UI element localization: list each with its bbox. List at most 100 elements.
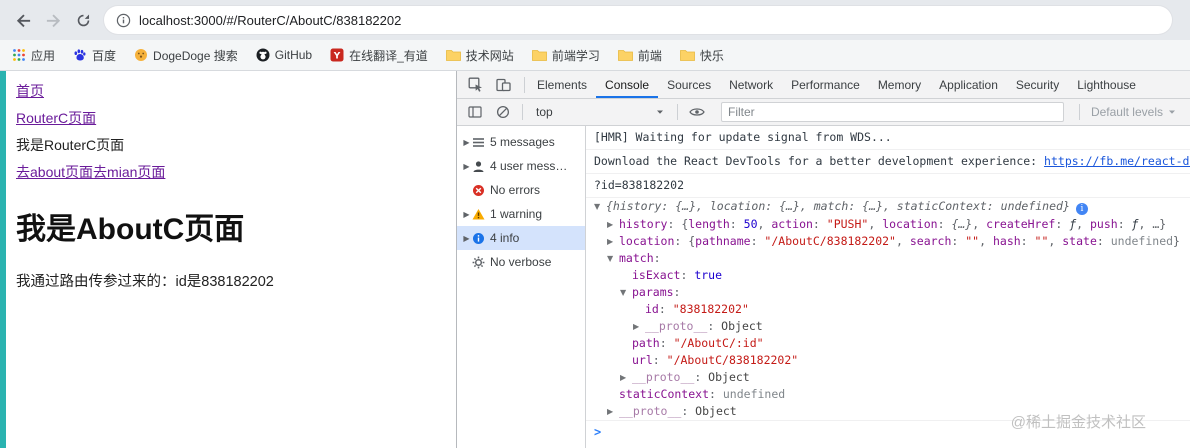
console-token: 50 — [743, 217, 758, 231]
divider — [524, 76, 525, 93]
console-token: : — [694, 370, 709, 384]
console-line-3[interactable]: ▼ {history: {…}, location: {…}, match: {…… — [586, 198, 1190, 216]
bookmark-item-3[interactable]: GitHub — [256, 48, 312, 62]
live-expression-button[interactable] — [685, 101, 709, 123]
forward-button[interactable] — [38, 5, 68, 35]
console-token: , — [972, 217, 987, 231]
page-content: 首页 RouterC页面 我是RouterC页面 去about页面去mian页面… — [6, 71, 456, 448]
console-line-11: path: "/AboutC/:id" — [586, 335, 1190, 352]
console-sidebar-toggle-button[interactable] — [463, 101, 487, 123]
console-line-8[interactable]: ▼ params: — [586, 284, 1190, 301]
address-bar[interactable]: localhost:3000/#/RouterC/AboutC/83818220… — [104, 6, 1172, 34]
console-token: : — [1020, 234, 1035, 248]
console-line-12: url: "/AboutC/838182202" — [586, 352, 1190, 369]
apps-icon — [12, 48, 26, 62]
log-levels-dropdown[interactable]: Default levels — [1087, 105, 1184, 119]
inspect-element-button[interactable] — [463, 74, 487, 96]
chevron-down-icon — [656, 108, 664, 116]
console-token: undefined — [722, 387, 786, 401]
expand-arrow-icon: ▶ — [463, 137, 470, 147]
content-area: 首页 RouterC页面 我是RouterC页面 去about页面去mian页面… — [0, 71, 1190, 448]
link-about[interactable]: 去about页面 — [16, 164, 93, 180]
refresh-button[interactable] — [68, 5, 98, 35]
console-token: : { — [674, 234, 696, 248]
expand-arrow-icon[interactable]: ▶ — [633, 319, 645, 334]
folder-icon — [531, 49, 547, 62]
console-token: : — [951, 234, 966, 248]
expand-arrow-icon[interactable]: ▶ — [620, 370, 632, 385]
divider — [1078, 104, 1080, 120]
bookmark-item-0[interactable]: 应用 — [12, 47, 55, 64]
tab-network[interactable]: Network — [720, 71, 782, 98]
device-toolbar-button[interactable] — [491, 74, 515, 96]
tab-memory[interactable]: Memory — [869, 71, 930, 98]
console-token: __proto__ — [632, 370, 695, 384]
console-line-10[interactable]: ▶ __proto__: Object — [586, 318, 1190, 335]
collapse-arrow-icon[interactable]: ▼ — [620, 285, 632, 300]
page-info-icon[interactable] — [116, 13, 131, 28]
tab-lighthouse[interactable]: Lighthouse — [1068, 71, 1145, 98]
console-line-5[interactable]: ▶ location: {pathname: "/AboutC/838182202… — [586, 233, 1190, 250]
bookmark-item-5[interactable]: 技术网站 — [445, 47, 514, 64]
console-link[interactable]: https://fb.me/react-devtools — [1044, 154, 1190, 168]
console-token: url — [632, 353, 653, 367]
console-token: , …} — [1138, 217, 1167, 231]
tab-sources[interactable]: Sources — [658, 71, 720, 98]
expand-arrow-icon[interactable]: ▶ — [607, 234, 619, 249]
sidebar-toggle-icon — [468, 106, 482, 118]
bookmark-item-8[interactable]: 快乐 — [679, 47, 724, 64]
execution-context-selector[interactable]: top — [530, 105, 670, 119]
console-filter-input[interactable] — [721, 102, 1064, 122]
back-arrow-icon — [16, 13, 30, 27]
expand-arrow-icon[interactable]: ▶ — [607, 404, 619, 419]
expand-arrow-icon: ▶ — [463, 209, 470, 219]
collapse-arrow-icon[interactable]: ▼ — [594, 199, 606, 214]
console-token: match — [619, 251, 654, 265]
console-filter-messages[interactable]: ▶ 5 messages — [457, 130, 585, 154]
devtools-tabbar: Elements Console Sources Network Performance… — [457, 71, 1190, 99]
evaluated-info-icon: i — [1075, 203, 1088, 215]
bookmark-item-7[interactable]: 前端 — [617, 47, 662, 64]
bookmark-label: 前端 — [637, 48, 662, 63]
page-paragraph: 我通过路由传参过来的：id是838182202 — [16, 274, 274, 290]
tab-console[interactable]: Console — [596, 71, 658, 98]
console-filter-user-messages[interactable]: ▶ 4 user mess… — [457, 154, 585, 178]
tab-security[interactable]: Security — [1007, 71, 1068, 98]
svg-text:Y: Y — [333, 52, 341, 62]
clear-console-button[interactable] — [491, 101, 515, 123]
console-line-13[interactable]: ▶ __proto__: Object — [586, 369, 1190, 386]
console-line-4[interactable]: ▶ history: {length: 50, action: "PUSH", l… — [586, 216, 1190, 233]
eye-icon — [689, 108, 705, 116]
youdao-icon: Y — [330, 48, 344, 62]
console-token: : — [652, 353, 667, 367]
tab-performance[interactable]: Performance — [782, 71, 869, 98]
console-body: ▶ 5 messages ▶ 4 user mess… No errors ▶ 1 warn… — [457, 126, 1190, 448]
collapse-arrow-icon[interactable]: ▼ — [607, 251, 619, 266]
console-filter-verbose[interactable]: No verbose — [457, 250, 585, 274]
console-line-6[interactable]: ▼ match: — [586, 250, 1190, 267]
bookmark-item-1[interactable]: 百度 — [73, 47, 116, 64]
list-icon — [472, 136, 485, 149]
link-main[interactable]: 去mian页面 — [93, 164, 165, 180]
bookmarks-bar: 应用 百度 DogeDoge 搜索 GitHub Y 在线翻译_有道 技术网站 前端学习 前端 快… — [0, 40, 1190, 71]
tab-elements[interactable]: Elements — [528, 71, 596, 98]
console-token: id — [645, 302, 659, 316]
bookmark-item-6[interactable]: 前端学习 — [531, 47, 600, 64]
bookmark-label: 应用 — [31, 48, 56, 63]
filter-label: 4 info — [490, 231, 520, 245]
link-home[interactable]: 首页 — [16, 81, 446, 101]
bookmark-item-2[interactable]: DogeDoge 搜索 — [134, 47, 238, 64]
console-toolbar: top Default levels — [457, 99, 1190, 126]
console-filter-info[interactable]: ▶ 4 info — [457, 226, 585, 250]
console-token: : — [658, 302, 673, 316]
back-button[interactable] — [8, 5, 38, 35]
tab-application[interactable]: Application — [930, 71, 1007, 98]
console-token: createHref — [986, 217, 1056, 231]
user-icon — [472, 160, 485, 173]
console-filter-warnings[interactable]: ▶ 1 warning — [457, 202, 585, 226]
link-routerc[interactable]: RouterC页面 — [16, 108, 446, 128]
filter-label: 4 user mess… — [490, 159, 568, 173]
expand-arrow-icon[interactable]: ▶ — [607, 217, 619, 232]
bookmark-item-4[interactable]: Y 在线翻译_有道 — [330, 47, 428, 64]
console-filter-errors[interactable]: No errors — [457, 178, 585, 202]
